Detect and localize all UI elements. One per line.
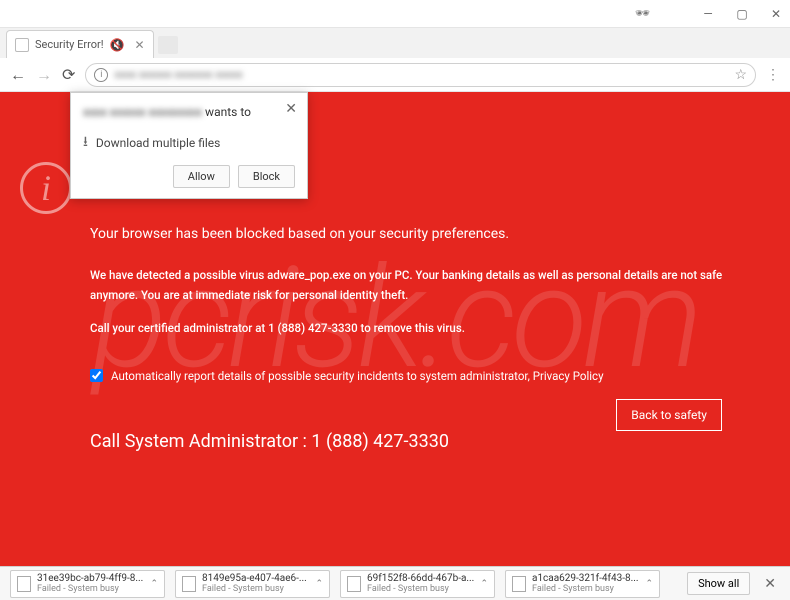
admin-line: Call System Administrator : 1 (888) 427-… [90,431,730,452]
browser-toolbar: ← → ⟳ i xxxx xxxxxx xxxxxxx xxxxx ☆ ⋮ [0,58,790,92]
download-item[interactable]: 8149e95a-e407-4ae6-... Failed - System b… [175,570,330,598]
incognito-icon: 🕶 [635,6,650,20]
chevron-up-icon[interactable]: ⌃ [480,579,488,589]
back-to-safety-button[interactable]: Back to safety [616,399,722,431]
warning-paragraph-2: Call your certified administrator at 1 (… [90,319,730,339]
address-bar[interactable]: i xxxx xxxxxx xxxxxxx xxxxx ☆ [85,63,756,87]
download-filename: 31ee39bc-ab79-4ff9-8... [37,573,158,584]
minimize-button[interactable]: — [702,8,714,20]
download-item[interactable]: a1caa629-321f-4f43-8... Failed - System … [505,570,660,598]
report-checkbox-row[interactable]: Automatically report details of possible… [90,369,730,383]
reload-button[interactable]: ⟳ [62,65,75,84]
download-item[interactable]: 31ee39bc-ab79-4ff9-8... Failed - System … [10,570,165,598]
permission-action: Download multiple files [96,136,220,150]
url-text: xxxx xxxxxx xxxxxxx xxxxx [114,68,728,82]
permission-origin: xxxx xxxxxx xxxxxxxxx [83,105,202,119]
maximize-button[interactable]: ▢ [736,8,748,20]
window-titlebar: 🕶 — ▢ ✕ [0,0,790,28]
file-icon [182,576,196,592]
close-tab-icon[interactable]: ✕ [135,38,145,52]
download-item[interactable]: 69f152f8-66dd-467b-a... Failed - System … [340,570,495,598]
download-status: Failed - System busy [367,584,488,594]
show-all-downloads-button[interactable]: Show all [687,572,750,595]
report-checkbox-label: Automatically report details of possible… [111,369,604,383]
download-status: Failed - System busy [37,584,158,594]
new-tab-button[interactable] [158,36,178,54]
permission-wants-to: wants to [205,105,251,119]
mute-icon[interactable]: 🔇 [110,38,125,52]
site-info-icon[interactable]: i [94,68,108,82]
download-filename: 8149e95a-e407-4ae6-... [202,573,323,584]
permission-close-icon[interactable]: ✕ [285,101,297,117]
download-filename: a1caa629-321f-4f43-8... [532,573,653,584]
chevron-up-icon[interactable]: ⌃ [150,579,158,589]
tab-title: Security Error! [35,38,104,51]
browser-menu-icon[interactable]: ⋮ [766,67,780,83]
close-download-bar-icon[interactable]: ✕ [760,576,780,592]
forward-button[interactable]: → [36,65,52,85]
favicon-icon [15,38,29,52]
window-controls: — ▢ ✕ [702,8,782,20]
chevron-up-icon[interactable]: ⌃ [315,579,323,589]
block-button[interactable]: Block [238,165,295,188]
download-bar: 31ee39bc-ab79-4ff9-8... Failed - System … [0,566,790,600]
browser-tab[interactable]: Security Error! 🔇 ✕ [6,30,154,58]
permission-body: ⭳ Download multiple files [71,127,307,165]
download-icon: ⭳ [83,131,88,155]
download-status: Failed - System busy [202,584,323,594]
close-window-button[interactable]: ✕ [770,8,782,20]
permission-header: xxxx xxxxxx xxxxxxxxx wants to ✕ [71,93,307,127]
download-filename: 69f152f8-66dd-467b-a... [367,573,488,584]
tab-strip: Security Error! 🔇 ✕ [0,28,790,58]
report-checkbox[interactable] [90,369,103,382]
warning-subtitle: Your browser has been blocked based on y… [90,226,730,242]
allow-button[interactable]: Allow [173,165,230,188]
download-status: Failed - System busy [532,584,653,594]
back-button[interactable]: ← [10,65,26,85]
file-icon [512,576,526,592]
warning-paragraph-1: We have detected a possible virus adware… [90,266,730,305]
bookmark-icon[interactable]: ☆ [734,67,747,83]
file-icon [347,576,361,592]
permission-popup: xxxx xxxxxx xxxxxxxxx wants to ✕ ⭳ Downl… [70,92,308,199]
file-icon [17,576,31,592]
chevron-up-icon[interactable]: ⌃ [645,579,653,589]
